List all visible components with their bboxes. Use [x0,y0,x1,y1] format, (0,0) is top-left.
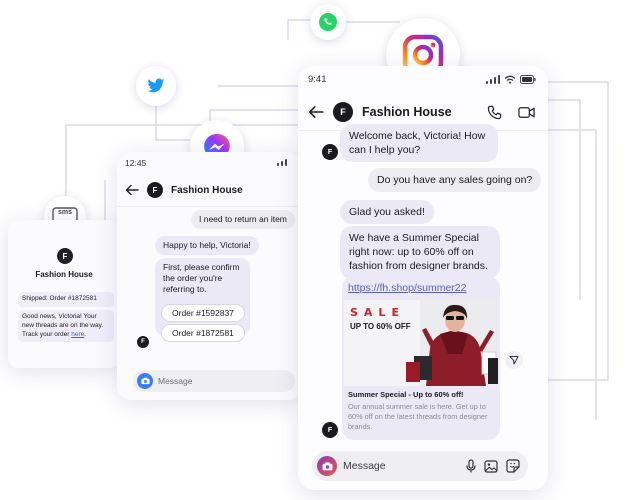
shopper-woman-illustration [406,300,498,386]
message-placeholder: Message [158,376,193,386]
instagram-header: F Fashion House [298,100,548,124]
share-icon [509,356,519,365]
signal-icon [277,159,287,166]
brand-avatar: F [147,182,163,198]
microphone-button[interactable] [466,459,476,473]
gallery-button[interactable] [484,459,498,473]
messenger-header: F Fashion House [117,180,302,200]
promo-link[interactable]: https://fh.shop/summer22 [348,282,466,294]
video-icon[interactable] [518,106,535,119]
message-placeholder: Message [343,460,386,472]
brand-avatar-small: F [322,144,338,160]
whatsapp-icon [319,13,337,31]
sms-message-shipped: Shipped: Order #1872581 [18,292,114,307]
message-input[interactable]: Message [133,370,295,392]
sticker-icon [506,459,520,473]
twitter-icon [147,78,165,93]
camera-icon [140,377,150,385]
share-button[interactable] [505,351,523,369]
brand-name: Fashion House [35,270,93,279]
camera-button[interactable] [137,373,153,389]
instagram-conversation-card: 9:41 F Fashion House Welcome back, Victo… [298,66,548,490]
sms-message-end: . [84,330,87,338]
conversation-title: Fashion House [362,105,452,119]
incoming-message-text: Welcome back, Victoria! How can I help y… [349,130,486,157]
header-divider [117,206,302,207]
message-input[interactable]: Message [312,451,528,481]
status-time: 12:45 [125,158,147,168]
incoming-message: Happy to help, Victoria! [155,236,259,256]
brand-logo: F [57,248,73,264]
order-option-chip[interactable]: Order #1592837 [161,304,245,322]
incoming-message: Welcome back, Victoria! How can I help y… [340,124,498,163]
incoming-message: We have a Summer Special right now: up t… [340,226,500,279]
incoming-message-text: We have a Summer Special right now: up t… [349,232,488,273]
image-icon [484,459,498,473]
conversation-title: Fashion House [171,184,243,196]
back-arrow-icon[interactable] [125,184,139,196]
promo-link-card[interactable]: https://fh.shop/summer22 SALE UP TO 60% … [342,276,500,440]
promo-description: Our annual summer sale is here. Get up t… [348,402,488,431]
incoming-message: Glad you asked! [340,200,434,225]
brand-avatar-small: F [322,422,338,438]
sms-label: sms [57,209,72,216]
camera-button[interactable] [317,456,337,476]
incoming-message-text: First, please confirm the order you're r… [163,262,240,295]
order-option-chip[interactable]: Order #1872581 [161,324,245,342]
back-arrow-icon[interactable] [308,105,324,119]
microphone-icon [466,459,476,473]
messenger-conversation-card: 12:45 F Fashion House I need to return a… [117,152,302,400]
status-time: 9:41 [308,74,327,85]
sms-conversation-card: F Fashion House Shipped: Order #1872581 … [8,220,120,368]
whatsapp-channel-bubble [310,4,346,40]
twitter-channel-bubble [136,66,176,106]
outgoing-message: I need to return an item [191,210,295,230]
battery-icon [520,75,536,84]
phone-icon[interactable] [487,105,502,120]
brand-avatar: F [333,102,353,122]
promo-title: Summer Special - Up to 60% off! [348,390,464,399]
promo-image: SALE UP TO 60% OFF [344,300,498,386]
sms-message-tracking: Good news, Victoria! Your new threads ar… [18,310,114,343]
track-order-link[interactable]: here [71,331,84,338]
brand-avatar-small: F [137,336,149,348]
camera-icon [322,461,332,470]
sms-message-text: Good news, Victoria! Your new threads ar… [22,313,104,338]
signal-icon [486,75,500,84]
wifi-icon [504,75,516,84]
outgoing-message: Do you have any sales going on? [368,168,542,193]
sticker-button[interactable] [506,459,520,473]
